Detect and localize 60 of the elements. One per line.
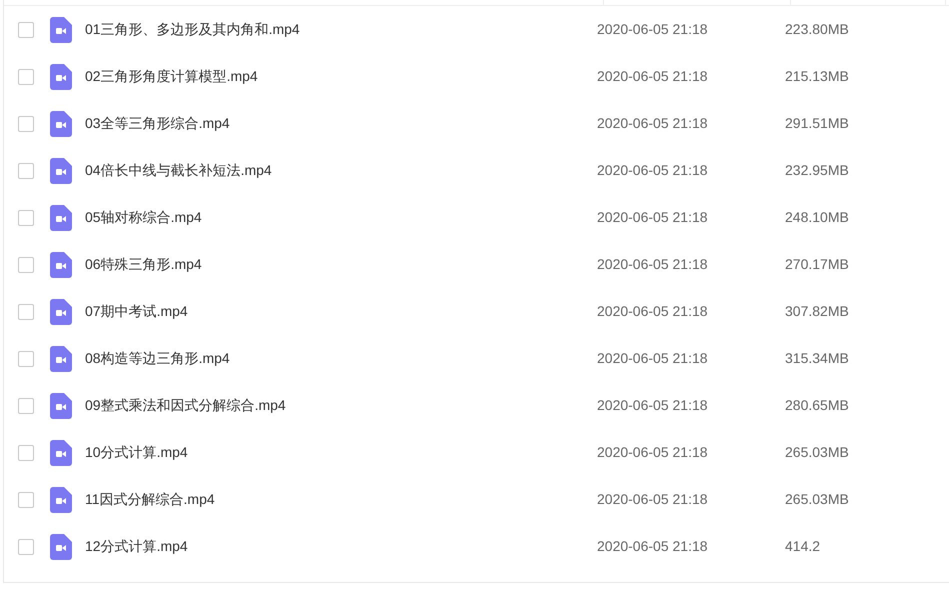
modified-date: 2020-06-05 21:18 — [597, 537, 709, 556]
file-size: 215.13MB — [785, 67, 849, 86]
video-file-icon — [50, 158, 72, 184]
modified-date: 2020-06-05 21:18 — [597, 396, 709, 415]
checkbox[interactable] — [18, 492, 34, 508]
checkbox[interactable] — [18, 162, 34, 178]
file-size: 307.82MB — [785, 302, 849, 321]
file-name[interactable]: 02三角形角度计算模型.mp4 — [85, 66, 585, 87]
modified-date: 2020-06-05 21:18 — [597, 20, 709, 39]
file-size: 232.95MB — [785, 161, 849, 180]
video-file-icon — [50, 16, 72, 42]
file-size: 315.34MB — [785, 349, 849, 368]
video-file-icon — [50, 204, 72, 230]
checkbox[interactable] — [18, 256, 34, 272]
modified-date: 2020-06-05 21:18 — [597, 67, 709, 86]
modified-date: 2020-06-05 21:18 — [597, 349, 709, 368]
video-file-icon — [50, 64, 72, 90]
file-name[interactable]: 03全等三角形综合.mp4 — [85, 113, 585, 134]
file-size: 223.80MB — [785, 20, 849, 39]
file-name[interactable]: 07期中考试.mp4 — [85, 301, 585, 322]
checkbox[interactable] — [18, 22, 34, 38]
checkbox[interactable] — [18, 68, 34, 84]
file-name[interactable]: 01三角形、多边形及其内角和.mp4 — [85, 19, 585, 40]
file-size: 248.10MB — [785, 208, 849, 227]
file-name[interactable]: 11因式分解综合.mp4 — [85, 489, 585, 510]
file-name[interactable]: 09整式乘法和因式分解综合.mp4 — [85, 395, 585, 416]
video-file-icon — [50, 534, 72, 560]
checkbox[interactable] — [18, 538, 34, 554]
checkbox[interactable] — [18, 444, 34, 460]
file-size: 280.65MB — [785, 396, 849, 415]
video-file-icon — [50, 392, 72, 418]
modified-date: 2020-06-05 21:18 — [597, 161, 709, 180]
modified-date: 2020-06-05 21:18 — [597, 490, 709, 509]
checkbox[interactable] — [18, 350, 34, 366]
modified-date: 2020-06-05 21:18 — [597, 114, 709, 133]
video-file-icon — [50, 110, 72, 136]
file-size: 265.03MB — [785, 443, 849, 462]
video-file-icon — [50, 440, 72, 466]
file-name[interactable]: 06特殊三角形.mp4 — [85, 254, 585, 275]
file-name[interactable]: 05轴对称综合.mp4 — [85, 207, 585, 228]
video-file-icon — [50, 346, 72, 372]
video-file-icon — [50, 486, 72, 512]
file-name[interactable]: 12分式计算.mp4 — [85, 536, 585, 557]
file-size: 414.2 — [785, 537, 820, 556]
file-size: 270.17MB — [785, 255, 849, 274]
file-size: 291.51MB — [785, 114, 849, 133]
file-name[interactable]: 10分式计算.mp4 — [85, 442, 585, 463]
checkbox[interactable] — [18, 210, 34, 226]
modified-date: 2020-06-05 21:18 — [597, 255, 709, 274]
video-file-icon — [50, 298, 72, 324]
file-name[interactable]: 04倍长中线与截长补短法.mp4 — [85, 160, 585, 181]
modified-date: 2020-06-05 21:18 — [597, 443, 709, 462]
file-size: 265.03MB — [785, 490, 849, 509]
video-file-icon — [50, 252, 72, 278]
file-name[interactable]: 08构造等边三角形.mp4 — [85, 348, 585, 369]
checkbox[interactable] — [18, 116, 34, 132]
checkbox[interactable] — [18, 398, 34, 414]
modified-date: 2020-06-05 21:18 — [597, 208, 709, 227]
modified-date: 2020-06-05 21:18 — [597, 302, 709, 321]
checkbox[interactable] — [18, 304, 34, 320]
